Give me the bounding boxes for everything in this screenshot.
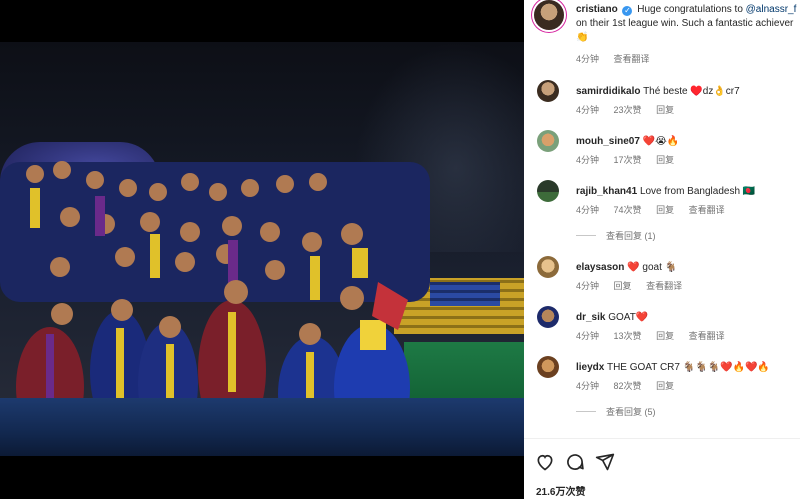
view-replies-link[interactable]: 查看回复 (5) [576, 405, 656, 418]
comment-text: elaysason ❤️ goat 🐐 [576, 262, 677, 273]
comment-translate-link[interactable]: 查看翻译 [689, 205, 725, 215]
comment-likes[interactable]: 23次赞 [614, 105, 642, 115]
comment-likes[interactable]: 82次赞 [614, 381, 642, 391]
view-replies-link[interactable]: 查看回复 (1) [576, 229, 656, 242]
comment-reply-link[interactable]: 回复 [656, 155, 674, 165]
comment-text: rajib_khan41 Love from Bangladesh 🇧🇩 [576, 186, 755, 197]
comment-meta: 4分钟 17次赞 回复 [576, 153, 686, 166]
comment-body: Thé beste ♥️dz👌cr7 [643, 86, 740, 97]
comment-username[interactable]: samirdidikalo [576, 86, 640, 97]
caption-emoji: 👏 [576, 32, 589, 43]
stadium-stands-blue [430, 282, 500, 306]
comment-likes[interactable]: 13次赞 [614, 331, 642, 341]
caption-text: cristiano ✓ Huge congratulations to @aln… [576, 3, 800, 45]
comment-username[interactable]: elaysason [576, 262, 624, 273]
caption-translate-link[interactable]: 查看翻译 [614, 54, 650, 64]
comment-likes[interactable]: 74次赞 [614, 205, 642, 215]
caption-line1: Huge congratulations to [637, 4, 746, 15]
comment-reply-link[interactable]: 回复 [656, 381, 674, 391]
caption-time: 4分钟 [576, 54, 600, 64]
comment-time: 4分钟 [576, 205, 600, 215]
post-photo[interactable] [0, 42, 524, 456]
comment-meta: 4分钟 82次赞 回复 [576, 379, 686, 392]
comment-reply-link[interactable]: 回复 [614, 281, 632, 291]
comment-reply-link[interactable]: 回复 [656, 331, 674, 341]
caption-mention[interactable]: @alnassr_f [746, 4, 797, 15]
view-replies-label: 查看回复 (1) [606, 231, 656, 241]
comment-username[interactable]: dr_sik [576, 312, 605, 323]
comment-meta: 4分钟 回复 查看翻译 [576, 279, 694, 292]
post-media[interactable] [0, 0, 524, 499]
comment-username[interactable]: rajib_khan41 [576, 186, 637, 197]
share-icon[interactable] [594, 451, 616, 473]
view-replies-label: 查看回复 (5) [606, 407, 656, 417]
comment-item: rajib_khan41 Love from Bangladesh 🇧🇩 4分钟… [534, 180, 800, 220]
comment-likes[interactable]: 17次赞 [614, 155, 642, 165]
comment-time: 4分钟 [576, 155, 600, 165]
caption-line2: on their 1st league win. Such a fantasti… [576, 18, 794, 29]
comment-body: ❤️ goat 🐐 [627, 262, 678, 273]
commenter-avatar[interactable] [537, 80, 559, 102]
comment-body: ❤️😭🔥 [642, 136, 680, 147]
comments-panel: cristiano ✓ Huge congratulations to @aln… [524, 0, 800, 499]
post-action-bar: 21.6万次赞 [524, 438, 800, 499]
verified-badge-icon: ✓ [622, 6, 633, 16]
comment-item: elaysason ❤️ goat 🐐 4分钟 回复 查看翻译 [534, 256, 800, 296]
comment-text: dr_sik GOAT❤️ [576, 312, 648, 323]
comment-time: 4分钟 [576, 381, 600, 391]
comment-meta: 4分钟 74次赞 回复 查看翻译 [576, 203, 737, 216]
comment-icon[interactable] [564, 451, 586, 473]
commenter-avatar[interactable] [537, 130, 559, 152]
comment-translate-link[interactable]: 查看翻译 [646, 281, 682, 291]
replies-divider [576, 235, 596, 236]
commenter-avatar[interactable] [537, 356, 559, 378]
comment-body: THE GOAT CR7 🐐🐐🐐❤️🔥❤️🔥 [606, 362, 770, 373]
likes-count[interactable]: 21.6万次赞 [536, 483, 585, 498]
comment-meta: 4分钟 13次赞 回复 查看翻译 [576, 329, 737, 342]
author-username[interactable]: cristiano [576, 4, 618, 15]
caption-meta: 4分钟 查看翻译 [576, 52, 662, 65]
comment-text: lieydx THE GOAT CR7 🐐🐐🐐❤️🔥❤️🔥 [576, 362, 770, 373]
commenter-avatar[interactable] [537, 180, 559, 202]
comment-reply-link[interactable]: 回复 [656, 205, 674, 215]
comment-time: 4分钟 [576, 331, 600, 341]
comment-item: dr_sik GOAT❤️ 4分钟 13次赞 回复 查看翻译 [534, 306, 800, 346]
commenter-avatar[interactable] [537, 306, 559, 328]
comment-body: Love from Bangladesh 🇧🇩 [639, 186, 756, 197]
stage-floor [0, 398, 524, 456]
comment-text: mouh_sine07 ❤️😭🔥 [576, 136, 679, 147]
heart-icon[interactable] [534, 451, 556, 473]
comment-body: GOAT❤️ [608, 312, 649, 323]
comment-text: samirdidikalo Thé beste ♥️dz👌cr7 [576, 86, 740, 97]
replies-divider [576, 411, 596, 412]
author-avatar[interactable] [534, 0, 564, 30]
comment-item: mouh_sine07 ❤️😭🔥 4分钟 17次赞 回复 [534, 130, 800, 170]
comment-username[interactable]: mouh_sine07 [576, 136, 640, 147]
comment-item: lieydx THE GOAT CR7 🐐🐐🐐❤️🔥❤️🔥 4分钟 82次赞 回… [534, 356, 800, 396]
comment-meta: 4分钟 23次赞 回复 [576, 103, 686, 116]
comment-translate-link[interactable]: 查看翻译 [689, 331, 725, 341]
comment-reply-link[interactable]: 回复 [656, 105, 674, 115]
commenter-avatar[interactable] [537, 256, 559, 278]
comment-username[interactable]: lieydx [576, 362, 604, 373]
comment-item: samirdidikalo Thé beste ♥️dz👌cr7 4分钟 23次… [534, 80, 800, 120]
comment-time: 4分钟 [576, 281, 600, 291]
comment-time: 4分钟 [576, 105, 600, 115]
